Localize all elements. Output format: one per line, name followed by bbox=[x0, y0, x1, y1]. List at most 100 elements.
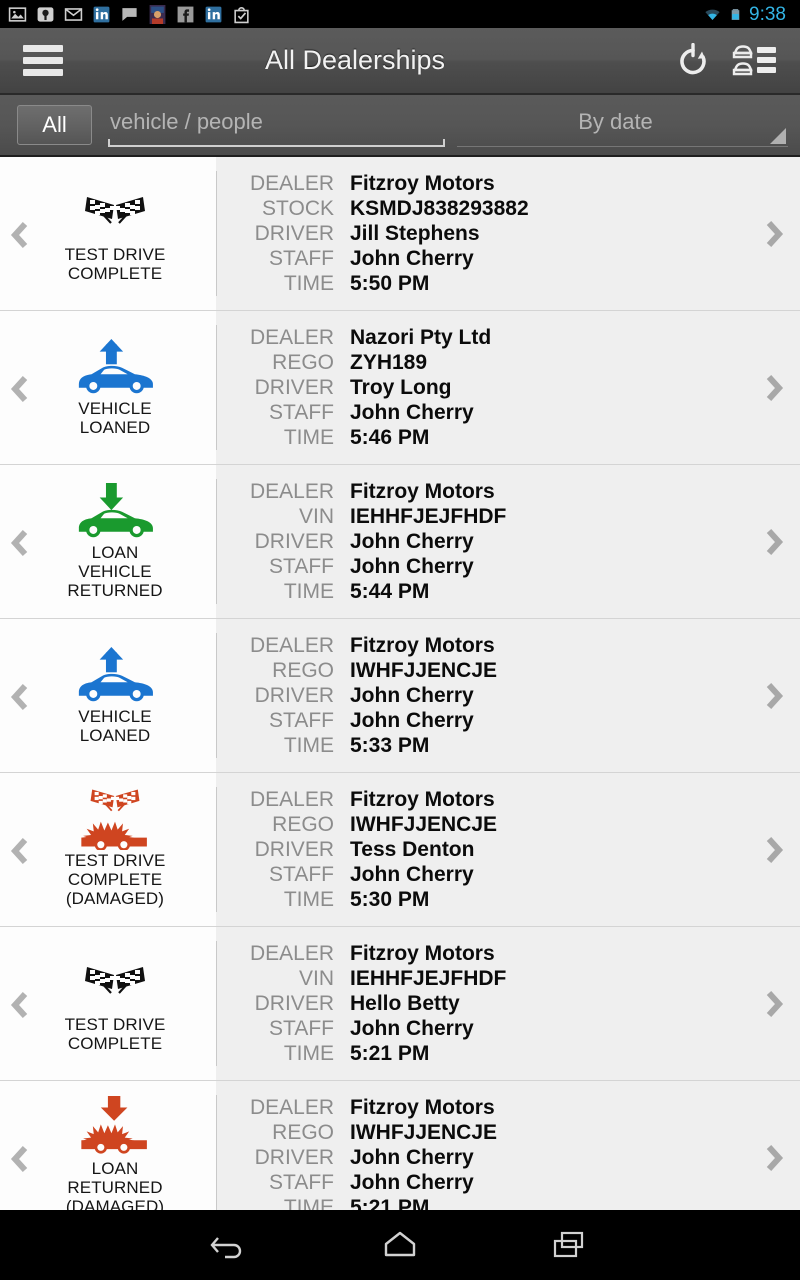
field-values: Fitzroy Motors IWHFJJENCJE John Cherry John… bbox=[344, 1095, 748, 1210]
field-value: 5:21 PM bbox=[350, 1196, 430, 1210]
chevron-left-icon[interactable] bbox=[10, 375, 30, 402]
table-row[interactable]: VEHICLE LOANED DEALER REGO DRIVER STAFF TIME … bbox=[0, 311, 800, 465]
row-divider bbox=[216, 787, 217, 912]
battery-icon bbox=[731, 8, 740, 20]
field-keys: DEALER REGO DRIVER STAFF TIME bbox=[216, 633, 344, 758]
row-details: DEALER VIN DRIVER STAFF TIME Fitzroy Motors I… bbox=[216, 465, 748, 618]
field-values: Fitzroy Motors IWHFJJENCJE Tess Denton John… bbox=[344, 787, 748, 912]
sort-spinner[interactable]: By date bbox=[457, 103, 788, 147]
photo-icon bbox=[8, 6, 27, 22]
field-key: REGO bbox=[272, 659, 334, 682]
chevron-right-icon[interactable] bbox=[748, 311, 800, 464]
field-keys: DEALER REGO DRIVER STAFF TIME bbox=[216, 1095, 344, 1210]
status-badge: TEST DRIVE COMPLETE bbox=[65, 1015, 166, 1053]
chevron-right-icon[interactable] bbox=[748, 1081, 800, 1210]
action-bar: All Dealerships bbox=[0, 28, 800, 95]
field-key: STAFF bbox=[269, 247, 334, 270]
android-screen: 9:38 All Dealerships All vehicle / peopl… bbox=[0, 0, 800, 1280]
recent-apps-icon[interactable] bbox=[540, 1220, 600, 1270]
field-key: DRIVER bbox=[254, 1146, 334, 1169]
chevron-right-icon[interactable] bbox=[748, 773, 800, 926]
field-value: John Cherry bbox=[350, 1017, 474, 1040]
chevron-left-icon[interactable] bbox=[10, 221, 30, 248]
status-label-line: VEHICLE bbox=[78, 398, 152, 418]
down-arrow-crash-icon bbox=[67, 1096, 163, 1155]
field-key: DEALER bbox=[249, 634, 334, 657]
field-key: REGO bbox=[272, 813, 334, 836]
row-status-panel: VEHICLE LOANED bbox=[0, 311, 216, 464]
field-value: Troy Long bbox=[350, 376, 452, 399]
field-key: DEALER bbox=[249, 480, 334, 503]
chevron-left-icon[interactable] bbox=[10, 683, 30, 710]
chevron-right-icon[interactable] bbox=[748, 157, 800, 310]
search-input[interactable] bbox=[108, 109, 445, 135]
status-label-line: (DAMAGED) bbox=[65, 1197, 165, 1210]
field-value: John Cherry bbox=[350, 709, 474, 732]
row-status-panel: LOAN VEHICLE RETURNED bbox=[0, 465, 216, 618]
field-value: Fitzroy Motors bbox=[350, 480, 495, 503]
status-label-line: RETURNED bbox=[67, 581, 163, 600]
back-icon[interactable] bbox=[200, 1220, 260, 1270]
field-key: REGO bbox=[272, 1121, 334, 1144]
status-label-line: COMPLETE bbox=[67, 1033, 163, 1053]
dealership-activity-list[interactable]: TEST DRIVE COMPLETE DEALER STOCK DRIVER STAF… bbox=[0, 157, 800, 1210]
field-key: DEALER bbox=[249, 326, 334, 349]
row-divider bbox=[216, 941, 217, 1066]
table-row[interactable]: LOAN VEHICLE RETURNED DEALER VIN DRIVER STAFF… bbox=[0, 465, 800, 619]
chat-bubble-icon bbox=[122, 7, 137, 21]
home-icon[interactable] bbox=[370, 1220, 430, 1270]
chevron-left-icon[interactable] bbox=[10, 837, 30, 864]
field-key: DRIVER bbox=[254, 222, 334, 245]
field-value: John Cherry bbox=[350, 863, 474, 886]
field-value: Fitzroy Motors bbox=[350, 634, 495, 657]
status-label-line: VEHICLE bbox=[78, 706, 152, 726]
chevron-right-icon[interactable] bbox=[748, 465, 800, 618]
field-key: DRIVER bbox=[254, 376, 334, 399]
status-badge: LOAN RETURNED (DAMAGED) bbox=[66, 1159, 164, 1210]
field-key: DEALER bbox=[249, 942, 334, 965]
car-down-arrow-icon bbox=[61, 483, 169, 539]
status-badge: VEHICLE LOANED bbox=[78, 707, 151, 745]
table-row[interactable]: TEST DRIVE COMPLETE (DAMAGED) DEALER REGO DR… bbox=[0, 773, 800, 927]
field-value: Fitzroy Motors bbox=[350, 788, 495, 811]
field-key: DEALER bbox=[249, 788, 334, 811]
search-field-wrapper bbox=[108, 103, 445, 147]
field-value: John Cherry bbox=[350, 247, 474, 270]
vehicle-list-icon[interactable] bbox=[732, 41, 778, 81]
chevron-left-icon[interactable] bbox=[10, 991, 30, 1018]
sort-spinner-label: By date bbox=[578, 109, 653, 134]
checkered-flags-icon bbox=[69, 185, 161, 241]
field-value: 5:50 PM bbox=[350, 272, 430, 295]
field-key: STAFF bbox=[269, 1171, 334, 1194]
chevron-right-icon[interactable] bbox=[748, 927, 800, 1080]
field-keys: DEALER STOCK DRIVER STAFF TIME bbox=[216, 171, 344, 296]
filter-all-button[interactable]: All bbox=[17, 105, 92, 145]
row-divider bbox=[216, 171, 217, 296]
field-key: REGO bbox=[272, 351, 334, 374]
field-value: Hello Betty bbox=[350, 992, 460, 1015]
table-row[interactable]: TEST DRIVE COMPLETE DEALER VIN DRIVER STAFF T… bbox=[0, 927, 800, 1081]
status-label-line: RETURNED bbox=[67, 1178, 163, 1197]
field-value: IWHFJJENCJE bbox=[350, 1121, 498, 1144]
row-divider bbox=[216, 325, 217, 450]
field-value: Fitzroy Motors bbox=[350, 942, 495, 965]
table-row[interactable]: VEHICLE LOANED DEALER REGO DRIVER STAFF TIME … bbox=[0, 619, 800, 773]
chevron-left-icon[interactable] bbox=[10, 529, 30, 556]
table-row[interactable]: LOAN RETURNED (DAMAGED) DEALER REGO DRIVER ST… bbox=[0, 1081, 800, 1210]
row-status-panel: TEST DRIVE COMPLETE bbox=[0, 927, 216, 1080]
chevron-right-icon[interactable] bbox=[748, 619, 800, 772]
row-details: DEALER REGO DRIVER STAFF TIME Nazori Pty Ltd… bbox=[216, 311, 748, 464]
field-value: Tess Denton bbox=[350, 838, 475, 861]
row-status-panel: VEHICLE LOANED bbox=[0, 619, 216, 772]
status-label-line: COMPLETE bbox=[67, 870, 163, 889]
linkedin-icon bbox=[205, 6, 222, 22]
chevron-left-icon[interactable] bbox=[10, 1145, 30, 1172]
status-label-line: LOANED bbox=[79, 725, 151, 745]
field-values: Fitzroy Motors IWHFJJENCJE John Cherry John… bbox=[344, 633, 748, 758]
table-row[interactable]: TEST DRIVE COMPLETE DEALER STOCK DRIVER STAF… bbox=[0, 157, 800, 311]
tasks-icon bbox=[234, 6, 249, 23]
field-key: TIME bbox=[283, 580, 334, 603]
field-value: John Cherry bbox=[350, 401, 474, 424]
refresh-icon[interactable] bbox=[676, 42, 710, 79]
avatar-icon bbox=[149, 4, 166, 24]
